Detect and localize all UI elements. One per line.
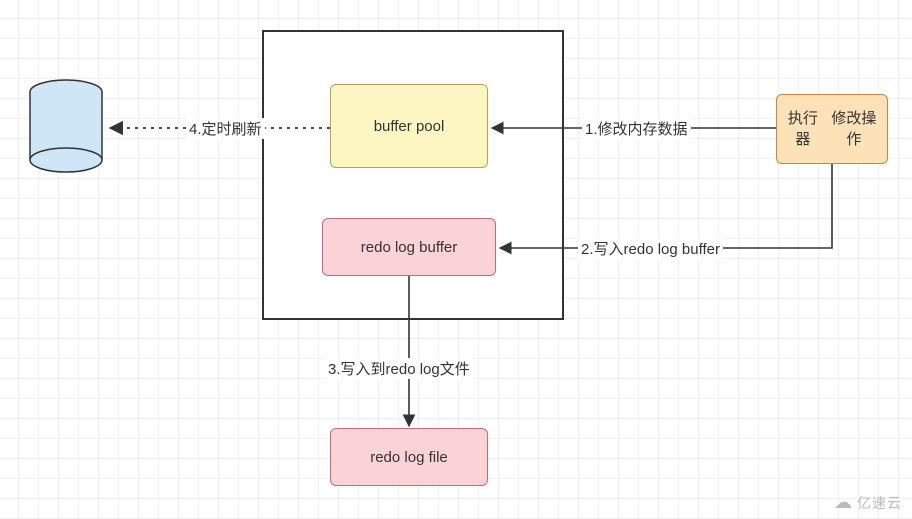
executor-line1: 执行器: [781, 108, 825, 150]
cloud-icon: ☁: [834, 492, 853, 513]
edge-2-label: 2.写入redo log buffer: [578, 238, 723, 259]
redo-log-file-label: redo log file: [370, 447, 448, 468]
watermark-text: 亿速云: [857, 493, 902, 513]
database-icon: [26, 78, 106, 178]
buffer-pool-box: buffer pool: [330, 84, 488, 168]
edge-1-label: 1.修改内存数据: [582, 118, 691, 139]
edge-4-label: 4.定时刷新: [186, 118, 265, 139]
buffer-pool-label: buffer pool: [374, 116, 445, 137]
redo-log-buffer-label: redo log buffer: [361, 237, 457, 258]
redo-log-buffer-box: redo log buffer: [322, 218, 496, 276]
executor-line2: 修改操作: [825, 108, 883, 150]
executor-box: 执行器 修改操作: [776, 94, 888, 164]
watermark: ☁ 亿速云: [834, 492, 902, 513]
engine-container: [262, 30, 564, 320]
redo-log-file-box: redo log file: [330, 428, 488, 486]
diagram-canvas: buffer pool redo log buffer redo log fil…: [0, 0, 912, 519]
edge-3-label: 3.写入到redo log文件: [325, 358, 473, 379]
